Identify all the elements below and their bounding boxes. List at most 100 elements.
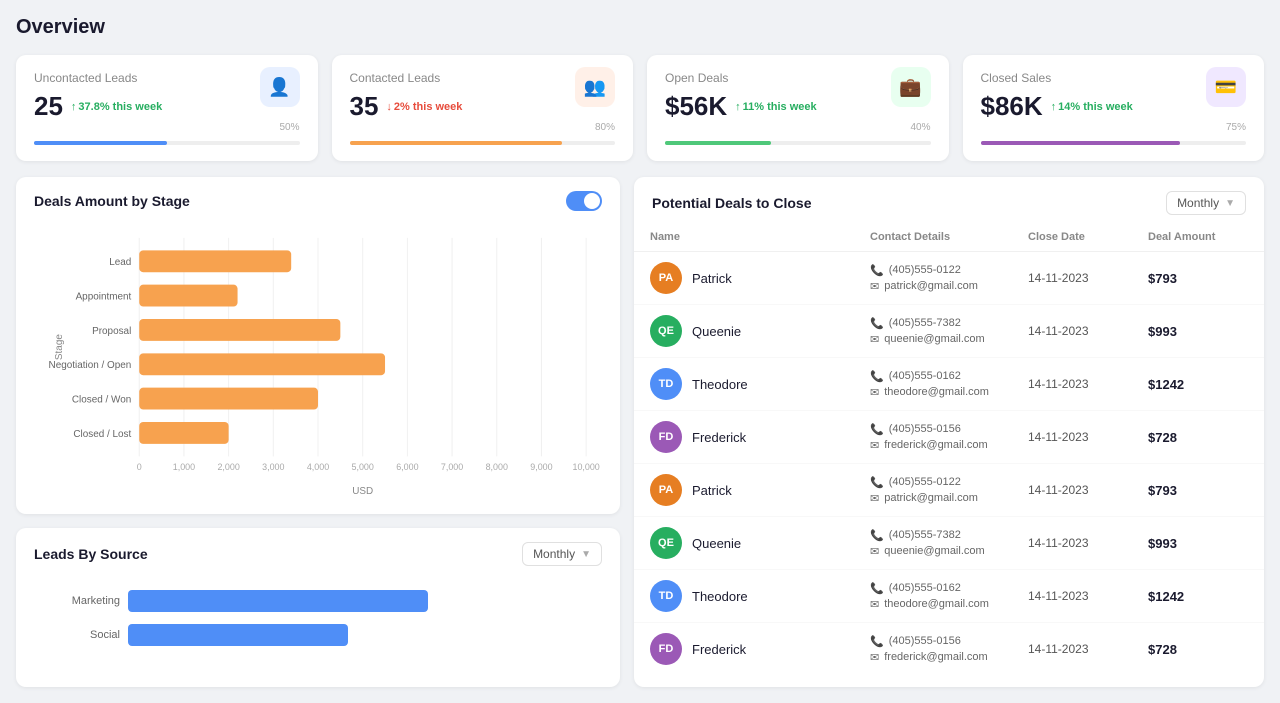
table-row: FD Frederick 📞 (405)555-0156 ✉ frederick… — [634, 411, 1264, 464]
svg-text:7,000: 7,000 — [441, 462, 463, 472]
contact-name: Patrick — [692, 483, 732, 498]
contact-name: Queenie — [692, 324, 741, 339]
contact-phone: 📞 (405)555-0156 — [870, 635, 1028, 648]
contact-cell: FD Frederick — [650, 633, 870, 665]
svg-text:Stage: Stage — [54, 334, 65, 360]
email-icon: ✉ — [870, 598, 879, 611]
table-row: TD Theodore 📞 (405)555-0162 ✉ theodore@g… — [634, 358, 1264, 411]
contact-phone: 📞 (405)555-0162 — [870, 582, 1028, 595]
svg-text:Social: Social — [90, 629, 120, 641]
leads-source-dropdown[interactable]: Monthly ▼ — [522, 542, 602, 566]
table-row: PA Patrick 📞 (405)555-0122 ✉ patrick@gma… — [634, 252, 1264, 305]
kpi-label: Uncontacted Leads — [34, 71, 162, 85]
contact-name: Frederick — [692, 642, 746, 657]
avatar: TD — [650, 580, 682, 612]
deal-amount: $993 — [1148, 324, 1248, 339]
kpi-icon: 💳 — [1206, 67, 1246, 107]
svg-text:Proposal: Proposal — [92, 326, 131, 337]
close-date: 14-11-2023 — [1028, 483, 1148, 497]
email-icon: ✉ — [870, 545, 879, 558]
contact-email: ✉ queenie@gmail.com — [870, 545, 1028, 558]
kpi-card-uncontacted-leads: Uncontacted Leads 25 ↑ 37.8% this week 👤… — [16, 55, 318, 161]
deals-chart-toggle[interactable] — [566, 191, 602, 211]
deals-chart-area: 01,0002,0003,0004,0005,0006,0007,0008,00… — [16, 219, 620, 514]
kpi-icon: 👤 — [260, 67, 300, 107]
contact-cell: FD Frederick — [650, 421, 870, 453]
potential-deals-title: Potential Deals to Close — [652, 195, 811, 211]
svg-text:4,000: 4,000 — [307, 462, 329, 472]
potential-deals-panel: Potential Deals to Close Monthly ▼ Name C… — [634, 177, 1264, 687]
table-scroll: PA Patrick 📞 (405)555-0122 ✉ patrick@gma… — [634, 252, 1264, 675]
close-date: 14-11-2023 — [1028, 430, 1148, 444]
phone-icon: 📞 — [870, 582, 884, 595]
phone-icon: 📞 — [870, 529, 884, 542]
kpi-progress-fill — [34, 141, 167, 145]
avatar: PA — [650, 262, 682, 294]
contact-email: ✉ queenie@gmail.com — [870, 333, 1028, 346]
svg-text:1,000: 1,000 — [173, 462, 195, 472]
chevron-down-icon: ▼ — [581, 549, 591, 560]
table-row: QE Queenie 📞 (405)555-7382 ✉ queenie@gma… — [634, 517, 1264, 570]
contact-cell: TD Theodore — [650, 368, 870, 400]
kpi-value: $86K ↑ 14% this week — [981, 91, 1133, 122]
close-date: 14-11-2023 — [1028, 589, 1148, 603]
page-title: Overview — [16, 16, 1264, 39]
leads-source-title: Leads By Source — [34, 546, 148, 562]
phone-icon: 📞 — [870, 423, 884, 436]
deals-chart-panel: Deals Amount by Stage 01,0002,0003,0004,… — [16, 177, 620, 514]
leads-chart-area: MarketingSocial — [16, 574, 620, 673]
svg-text:3,000: 3,000 — [262, 462, 284, 472]
table-row: TD Theodore 📞 (405)555-0162 ✉ theodore@g… — [634, 570, 1264, 623]
close-date: 14-11-2023 — [1028, 271, 1148, 285]
contact-name: Queenie — [692, 536, 741, 551]
bottom-row: Deals Amount by Stage 01,0002,0003,0004,… — [16, 177, 1264, 687]
contact-email: ✉ theodore@gmail.com — [870, 386, 1028, 399]
deal-amount: $793 — [1148, 271, 1248, 286]
contact-phone: 📞 (405)555-7382 — [870, 529, 1028, 542]
kpi-progress-label: 40% — [665, 122, 931, 133]
deal-amount: $728 — [1148, 430, 1248, 445]
kpi-value: 35 ↓ 2% this week — [350, 91, 463, 122]
page-container: Overview Uncontacted Leads 25 ↑ 37.8% th… — [0, 0, 1280, 703]
contact-detail: 📞 (405)555-0162 ✉ theodore@gmail.com — [870, 370, 1028, 399]
potential-deals-dropdown[interactable]: Monthly ▼ — [1166, 191, 1246, 215]
kpi-label: Closed Sales — [981, 71, 1133, 85]
contact-name: Patrick — [692, 271, 732, 286]
svg-text:10,000: 10,000 — [572, 462, 599, 472]
svg-text:Lead: Lead — [109, 257, 131, 268]
contact-name: Frederick — [692, 430, 746, 445]
contact-detail: 📞 (405)555-7382 ✉ queenie@gmail.com — [870, 529, 1028, 558]
kpi-change: ↑ 14% this week — [1051, 101, 1133, 113]
contact-phone: 📞 (405)555-0156 — [870, 423, 1028, 436]
contact-email: ✉ frederick@gmail.com — [870, 651, 1028, 664]
table-row: QE Queenie 📞 (405)555-7382 ✉ queenie@gma… — [634, 305, 1264, 358]
avatar: QE — [650, 527, 682, 559]
email-icon: ✉ — [870, 492, 879, 505]
phone-icon: 📞 — [870, 635, 884, 648]
left-panels: Deals Amount by Stage 01,0002,0003,0004,… — [16, 177, 620, 687]
svg-text:9,000: 9,000 — [530, 462, 552, 472]
contact-detail: 📞 (405)555-7382 ✉ queenie@gmail.com — [870, 317, 1028, 346]
avatar: QE — [650, 315, 682, 347]
close-date: 14-11-2023 — [1028, 642, 1148, 656]
svg-text:Negotiation / Open: Negotiation / Open — [49, 360, 132, 371]
kpi-card-open-deals: Open Deals $56K ↑ 11% this week 💼 40% — [647, 55, 949, 161]
close-date: 14-11-2023 — [1028, 324, 1148, 338]
contact-email: ✉ patrick@gmail.com — [870, 280, 1028, 293]
svg-text:6,000: 6,000 — [396, 462, 418, 472]
email-icon: ✉ — [870, 439, 879, 452]
contact-cell: QE Queenie — [650, 315, 870, 347]
table-col-header: Name — [650, 231, 870, 243]
kpi-progress-fill — [981, 141, 1180, 145]
kpi-progress-bar — [350, 141, 616, 145]
table-col-header: Close Date — [1028, 231, 1148, 243]
contact-name: Theodore — [692, 377, 748, 392]
svg-text:Appointment: Appointment — [76, 292, 132, 303]
svg-text:5,000: 5,000 — [352, 462, 374, 472]
deal-amount: $728 — [1148, 642, 1248, 657]
contact-phone: 📞 (405)555-7382 — [870, 317, 1028, 330]
contact-email: ✉ frederick@gmail.com — [870, 439, 1028, 452]
phone-icon: 📞 — [870, 317, 884, 330]
contact-cell: QE Queenie — [650, 527, 870, 559]
avatar: TD — [650, 368, 682, 400]
